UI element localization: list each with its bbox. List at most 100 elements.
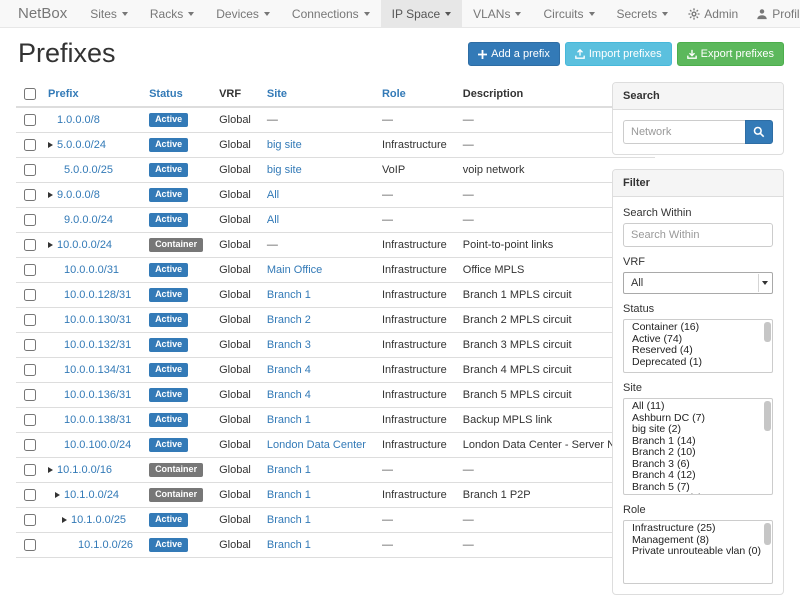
prefix-link[interactable]: 10.0.100.0/24 — [64, 439, 131, 451]
row-checkbox[interactable] — [24, 539, 36, 551]
prefix-link[interactable]: 5.0.0.0/24 — [57, 139, 106, 151]
row-checkbox[interactable] — [24, 289, 36, 301]
nav-item-vlans[interactable]: VLANs — [462, 0, 532, 27]
listbox-option[interactable]: Infrastructure (25) — [629, 523, 762, 535]
site-link[interactable]: Branch 1 — [267, 289, 311, 301]
col-header-prefix[interactable]: Prefix — [40, 82, 141, 107]
vrf-select[interactable]: All — [623, 272, 773, 294]
nav-item-devices[interactable]: Devices — [205, 0, 281, 27]
role-listbox[interactable]: Infrastructure (25)Management (8)Private… — [623, 520, 773, 584]
nav-item-connections[interactable]: Connections — [281, 0, 381, 27]
listbox-option[interactable]: big site (2) — [629, 424, 762, 436]
import-prefixes-button[interactable]: Import prefixes — [565, 42, 672, 66]
row-checkbox[interactable] — [24, 389, 36, 401]
site-link[interactable]: Branch 4 — [267, 364, 311, 376]
site-link[interactable]: Branch 3 — [267, 339, 311, 351]
listbox-option[interactable]: COLO-1-24 (9) — [629, 493, 762, 495]
status-listbox[interactable]: Container (16)Active (74)Reserved (4)Dep… — [623, 319, 773, 373]
scrollbar-thumb[interactable] — [764, 523, 771, 545]
site-link[interactable]: All — [267, 214, 279, 226]
prefix-link[interactable]: 1.0.0.0/8 — [57, 114, 100, 126]
role-value: Infrastructure — [374, 433, 455, 458]
site-link[interactable]: London Data Center — [267, 439, 366, 451]
site-link[interactable]: Main Office — [267, 264, 322, 276]
search-within-input[interactable] — [623, 223, 773, 247]
site-link[interactable]: Branch 1 — [267, 464, 311, 476]
site-link[interactable]: big site — [267, 139, 302, 151]
site-link[interactable]: All — [267, 189, 279, 201]
site-link[interactable]: Branch 4 — [267, 389, 311, 401]
table-row: 10.0.0.138/31 Active Global Branch 1 Inf… — [16, 408, 655, 433]
row-checkbox[interactable] — [24, 489, 36, 501]
row-checkbox[interactable] — [24, 514, 36, 526]
row-checkbox[interactable] — [24, 339, 36, 351]
site-link[interactable]: Branch 1 — [267, 539, 311, 551]
prefix-link[interactable]: 10.1.0.0/24 — [64, 489, 119, 501]
row-checkbox[interactable] — [24, 164, 36, 176]
vrf-value: Global — [211, 258, 259, 283]
site-link[interactable]: big site — [267, 164, 302, 176]
row-checkbox[interactable] — [24, 114, 36, 126]
nav-item-admin[interactable]: Admin — [679, 0, 747, 27]
nav-item-racks[interactable]: Racks — [139, 0, 205, 27]
row-checkbox[interactable] — [24, 414, 36, 426]
listbox-option[interactable]: Private unrouteable vlan (0) — [629, 546, 762, 558]
prefix-link[interactable]: 10.0.0.130/31 — [64, 314, 131, 326]
export-prefixes-button[interactable]: Export prefixes — [677, 42, 784, 66]
site-link[interactable]: Branch 1 — [267, 514, 311, 526]
listbox-option[interactable]: Container (16) — [629, 322, 762, 334]
listbox-option[interactable]: All (11) — [629, 401, 762, 413]
site-link[interactable]: Branch 1 — [267, 489, 311, 501]
nav-item-circuits[interactable]: Circuits — [532, 0, 605, 27]
caret-slot — [48, 239, 57, 252]
select-all-checkbox[interactable] — [24, 88, 36, 100]
brand[interactable]: NetBox — [10, 0, 79, 27]
site-listbox[interactable]: All (11)Ashburn DC (7)big site (2)Branch… — [623, 398, 773, 495]
caret-slot — [48, 464, 57, 477]
prefix-link[interactable]: 10.0.0.134/31 — [64, 364, 131, 376]
row-checkbox[interactable] — [24, 214, 36, 226]
prefix-link[interactable]: 10.0.0.0/31 — [64, 264, 119, 276]
prefix-link[interactable]: 10.0.0.138/31 — [64, 414, 131, 426]
col-header-status[interactable]: Status — [141, 82, 211, 107]
prefix-link[interactable]: 5.0.0.0/25 — [64, 164, 113, 176]
row-checkbox[interactable] — [24, 314, 36, 326]
search-input[interactable] — [623, 120, 745, 144]
prefix-link[interactable]: 10.0.0.0/24 — [57, 239, 112, 251]
col-header-role[interactable]: Role — [374, 82, 455, 107]
prefix-link[interactable]: 10.1.0.0/25 — [71, 514, 126, 526]
listbox-option[interactable]: Deprecated (1) — [629, 357, 762, 369]
prefix-link[interactable]: 10.0.0.132/31 — [64, 339, 131, 351]
col-header-site[interactable]: Site — [259, 82, 374, 107]
nav-item-ip-space[interactable]: IP Space — [381, 0, 462, 27]
listbox-option[interactable]: Management (8) — [629, 535, 762, 547]
row-checkbox[interactable] — [24, 364, 36, 376]
row-checkbox[interactable] — [24, 464, 36, 476]
scrollbar-thumb[interactable] — [764, 401, 771, 431]
scrollbar-thumb[interactable] — [764, 322, 771, 342]
row-checkbox[interactable] — [24, 439, 36, 451]
site-link[interactable]: Branch 1 — [267, 414, 311, 426]
prefix-link[interactable]: 9.0.0.0/24 — [64, 214, 113, 226]
row-checkbox[interactable] — [24, 139, 36, 151]
row-checkbox[interactable] — [24, 264, 36, 276]
prefix-link[interactable]: 10.0.0.136/31 — [64, 389, 131, 401]
caret-slot — [55, 264, 64, 277]
listbox-option[interactable]: Branch 4 (12) — [629, 470, 762, 482]
prefix-link[interactable]: 9.0.0.0/8 — [57, 189, 100, 201]
nav-item-secrets[interactable]: Secrets — [606, 0, 680, 27]
listbox-option[interactable]: Reserved (4) — [629, 345, 762, 357]
row-checkbox[interactable] — [24, 189, 36, 201]
site-cell: big site — [259, 158, 374, 183]
prefix-link[interactable]: 10.1.0.0/16 — [57, 464, 112, 476]
nav-item-sites[interactable]: Sites — [79, 0, 139, 27]
site-link[interactable]: Branch 2 — [267, 314, 311, 326]
page-title: Prefixes — [18, 38, 116, 69]
row-checkbox[interactable] — [24, 239, 36, 251]
listbox-option[interactable]: Branch 2 (10) — [629, 447, 762, 459]
prefix-link[interactable]: 10.0.0.128/31 — [64, 289, 131, 301]
search-button[interactable] — [745, 120, 773, 144]
nav-item-profile[interactable]: Profile — [747, 0, 800, 27]
prefix-link[interactable]: 10.1.0.0/26 — [78, 539, 133, 551]
add-prefix-button[interactable]: Add a prefix — [468, 42, 560, 66]
